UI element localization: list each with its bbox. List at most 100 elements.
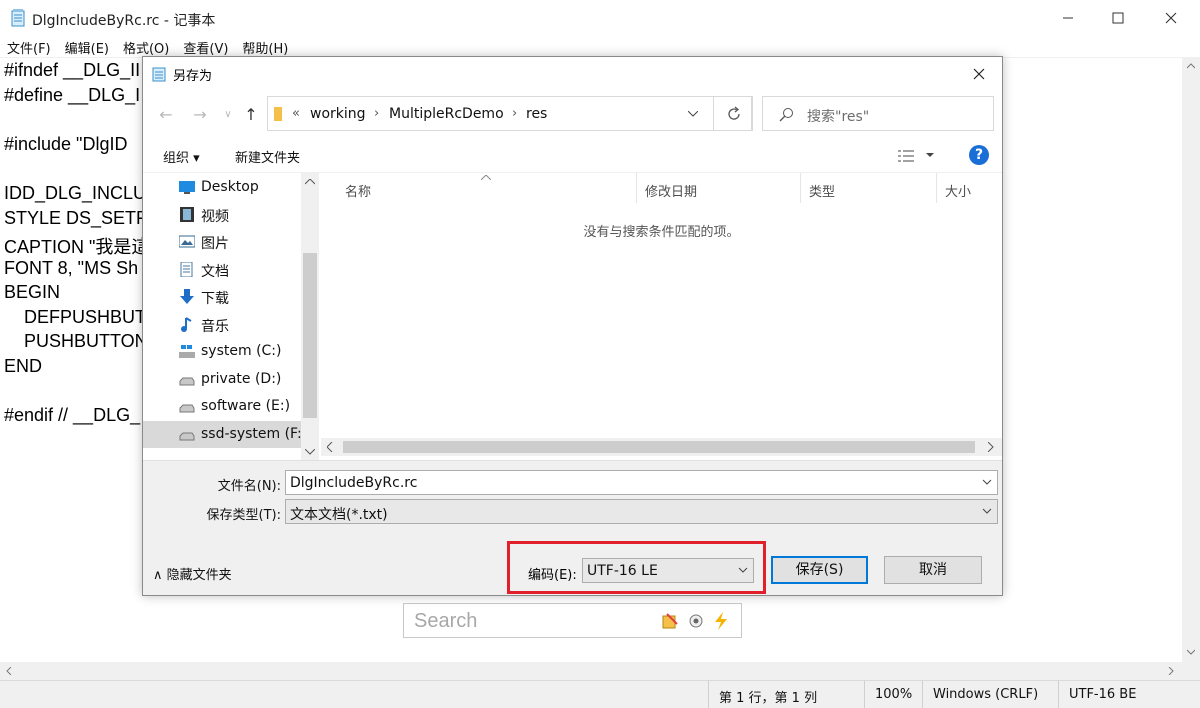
tree-item-label: 视频 (201, 209, 229, 225)
desktop-icon (179, 181, 195, 194)
filetype-select[interactable]: 文本文档(*.txt) (285, 499, 998, 524)
address-bar[interactable]: « working › MultipleRcDemo › res (267, 96, 752, 131)
column-header-modified[interactable]: 修改日期 (637, 173, 801, 203)
tree-item-drive-f[interactable]: ssd-system (F:) (143, 421, 307, 448)
column-header-size[interactable]: 大小 (937, 173, 997, 203)
new-folder-button[interactable]: 新建文件夹 (235, 147, 300, 166)
tree-item-label: software (E:) (201, 398, 291, 414)
editor-line: IDD_DLG_INCLU (4, 183, 147, 203)
tree-item-label: 音乐 (201, 319, 229, 335)
tree-item-drive-d[interactable]: private (D:) (143, 366, 301, 393)
editor-vertical-scrollbar[interactable] (1182, 57, 1200, 662)
empty-list-message: 没有与搜索条件匹配的项。 (583, 225, 740, 240)
notes-icon[interactable] (662, 613, 678, 629)
arrow-left-icon: ← (159, 105, 173, 124)
breadcrumb-working[interactable]: working (310, 106, 366, 122)
close-icon (1165, 12, 1177, 24)
help-icon: ? (974, 147, 984, 163)
forward-button[interactable]: → (189, 104, 211, 126)
column-header-name[interactable]: 名称 (337, 173, 637, 203)
record-icon[interactable] (688, 613, 704, 629)
view-options-icon[interactable] (897, 149, 915, 163)
chevron-down-icon[interactable] (737, 564, 749, 576)
lightning-icon[interactable] (713, 612, 729, 630)
breadcrumb-separator: › (512, 106, 518, 121)
menu-edit[interactable]: 编辑(E) (58, 36, 116, 57)
breadcrumb-multiplercdemo[interactable]: MultipleRcDemo (389, 106, 504, 122)
editor-horizontal-scrollbar[interactable] (0, 662, 1182, 680)
tree-item-desktop[interactable]: Desktop (143, 174, 301, 201)
tree-item-music[interactable]: 音乐 (143, 311, 301, 338)
menu-help[interactable]: 帮助(H) (235, 36, 295, 57)
filename-value: DlgIncludeByRc.rc (290, 475, 418, 491)
recent-locations-button[interactable]: ∨ (217, 104, 239, 126)
breadcrumb-res[interactable]: res (526, 106, 547, 122)
editor-line: #endif // __DLG_ (4, 405, 141, 425)
background-search-box[interactable]: Search (403, 603, 742, 638)
column-header-type[interactable]: 类型 (801, 173, 937, 203)
tree-item-drive-e[interactable]: software (E:) (143, 393, 301, 420)
scroll-up-icon[interactable] (1187, 63, 1195, 69)
chevron-down-icon[interactable] (981, 505, 993, 517)
scroll-down-icon[interactable] (1187, 649, 1195, 655)
tree-item-label: 下载 (201, 291, 229, 307)
notepad-window-title: DlgIncludeByRc.rc - 记事本 (32, 13, 216, 29)
editor-line: PUSHBUTTON (4, 331, 148, 351)
close-icon (973, 68, 985, 79)
file-list-scroll-thumb[interactable] (343, 441, 975, 453)
scroll-up-icon[interactable] (305, 179, 315, 185)
editor-line: #include "DlgID (4, 134, 128, 154)
encoding-select[interactable]: UTF-16 LE (582, 558, 754, 583)
save-button[interactable]: 保存(S) (771, 556, 868, 584)
dialog-titlebar: 另存为 (143, 57, 1002, 90)
dialog-close-button[interactable] (958, 57, 1000, 90)
scroll-right-icon[interactable] (1168, 667, 1174, 675)
status-encoding: UTF-16 BE (1058, 681, 1200, 708)
dialog-title: 另存为 (173, 69, 213, 84)
filename-input[interactable]: DlgIncludeByRc.rc (285, 470, 998, 495)
tree-item-pictures[interactable]: 图片 (143, 228, 301, 255)
notepad-menubar: 文件(F) 编辑(E) 格式(O) 查看(V) 帮助(H) (0, 36, 1200, 57)
pictures-icon (179, 235, 195, 248)
chevron-down-icon[interactable] (688, 111, 698, 117)
cancel-button[interactable]: 取消 (884, 556, 982, 584)
editor-line: STYLE DS_SETFC (4, 208, 161, 228)
scroll-down-icon[interactable] (305, 449, 315, 455)
breadcrumb-overflow[interactable]: « (292, 106, 300, 121)
back-button[interactable]: ← (155, 104, 177, 126)
chevron-down-icon[interactable] (926, 153, 934, 158)
up-button[interactable]: ↑ (240, 104, 262, 126)
status-cursor-position: 第 1 行，第 1 列 (708, 681, 864, 708)
tree-item-videos[interactable]: 视频 (143, 201, 301, 228)
status-zoom: 100% (864, 681, 922, 708)
menu-format[interactable]: 格式(O) (116, 36, 176, 57)
maximize-button[interactable] (1093, 0, 1143, 36)
menu-file[interactable]: 文件(F) (0, 36, 58, 57)
scroll-left-icon[interactable] (327, 442, 333, 452)
file-list[interactable]: 名称 修改日期 类型 大小 没有与搜索条件匹配的项。 (321, 173, 1002, 461)
minimize-button[interactable] (1043, 0, 1093, 36)
tree-item-drive-c[interactable]: system (C:) (143, 338, 301, 365)
menu-view[interactable]: 查看(V) (176, 36, 235, 57)
navigation-scroll-thumb[interactable] (303, 253, 317, 418)
scroll-right-icon[interactable] (988, 442, 994, 452)
file-list-horizontal-scrollbar[interactable] (321, 438, 1002, 456)
refresh-button[interactable] (713, 96, 753, 131)
window-close-button[interactable] (1146, 0, 1196, 36)
chevron-down-icon[interactable] (981, 476, 993, 488)
hide-folders-label: 隐藏文件夹 (166, 568, 232, 583)
organize-button[interactable]: 组织 ▾ (163, 147, 200, 166)
hide-folders-toggle[interactable]: ∧ 隐藏文件夹 (153, 564, 232, 583)
arrow-up-icon: ↑ (244, 105, 258, 124)
tree-item-label: 图片 (201, 236, 229, 252)
drive-icon (179, 432, 195, 441)
tree-item-downloads[interactable]: 下载 (143, 283, 301, 310)
download-icon (180, 289, 194, 304)
scroll-left-icon[interactable] (6, 667, 12, 675)
help-button[interactable]: ? (969, 145, 989, 165)
tree-item-documents[interactable]: 文档 (143, 256, 301, 283)
encoding-label: 编码(E): (528, 568, 577, 583)
status-line-ending: Windows (CRLF) (922, 681, 1058, 708)
filetype-value: 文本文档(*.txt) (290, 507, 388, 523)
folder-search-input[interactable]: 搜索"res" (762, 96, 994, 131)
